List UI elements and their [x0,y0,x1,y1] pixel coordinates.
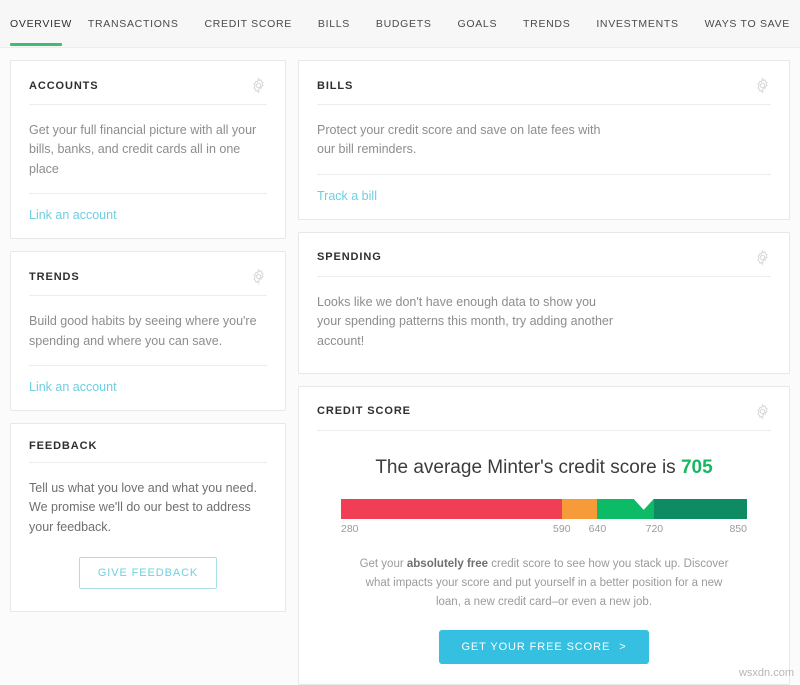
tab-investments[interactable]: INVESTMENTS [596,0,678,46]
chevron-right-icon: > [619,641,626,653]
left-column: ACCOUNTS Get your full financial picture… [10,60,286,683]
tab-overview-label: OVERVIEW [10,18,62,30]
gear-icon[interactable] [754,249,771,266]
tab-budgets[interactable]: BUDGETS [376,0,432,46]
tab-ways-to-save[interactable]: WAYS TO SAVE [705,0,790,46]
bills-card-body: Protect your credit score and save on la… [299,105,789,174]
tab-transactions[interactable]: TRANSACTIONS [88,0,179,46]
tab-underline [705,43,790,46]
tab-bills-label: BILLS [318,18,350,30]
tab-active-underline [10,43,62,46]
gear-icon[interactable] [754,77,771,94]
gauge-segment-poor [341,499,562,519]
nav-tab-list: OVERVIEW TRANSACTIONS CREDIT SCORE BILLS… [0,0,800,46]
tab-bills[interactable]: BILLS [318,0,350,46]
trends-card-header: TRENDS [11,252,285,295]
credit-score-desc-emphasis: absolutely free [407,558,488,570]
gauge-tick-640: 640 [589,523,607,535]
bills-card: BILLS Protect your credit score and save… [298,60,790,220]
gear-icon[interactable] [754,403,771,420]
tab-underline [523,43,570,46]
top-navigation: OVERVIEW TRANSACTIONS CREDIT SCORE BILLS… [0,0,800,48]
gauge-tick-labels: 280 590 640 720 850 [341,523,747,541]
gauge-tick-280: 280 [341,523,359,535]
gauge-tick-850: 850 [729,523,747,535]
tab-investments-label: INVESTMENTS [596,18,678,30]
tab-underline [376,43,432,46]
tab-underline [318,43,350,46]
gear-icon[interactable] [250,77,267,94]
accounts-card-header: ACCOUNTS [11,61,285,104]
right-column: BILLS Protect your credit score and save… [298,60,790,683]
gauge-segment-excellent [654,499,747,519]
link-an-account-link[interactable]: Link an account [29,380,117,394]
trends-card-body: Build good habits by seeing where you're… [11,296,285,365]
feedback-card-header: FEEDBACK [11,424,285,462]
trends-card-footer: Link an account [11,366,285,410]
accounts-card-title: ACCOUNTS [29,80,99,92]
credit-score-card: CREDIT SCORE The average Minter's credit… [298,386,790,685]
tab-trends-label: TRENDS [523,18,570,30]
tab-transactions-label: TRANSACTIONS [88,18,179,30]
give-feedback-button[interactable]: GIVE FEEDBACK [79,557,217,589]
average-credit-score-value: 705 [681,457,713,478]
tab-goals-label: GOALS [457,18,497,30]
feedback-card: FEEDBACK Tell us what you love and what … [10,423,286,612]
feedback-card-body: Tell us what you love and what you need.… [11,463,285,547]
credit-score-desc-line1-c: credit score to see how you stack up. [488,558,680,570]
spending-card-title: SPENDING [317,251,382,263]
tab-credit-score-label: CREDIT SCORE [204,18,292,30]
tab-underline [204,43,292,46]
tab-goals[interactable]: GOALS [457,0,497,46]
tab-overview[interactable]: OVERVIEW [10,0,62,46]
gauge-segment-good [597,499,654,519]
gear-icon[interactable] [250,268,267,285]
credit-score-cta-row: GET YOUR FREE SCORE > [299,612,789,684]
watermark: wsxdn.com [739,667,794,679]
get-your-free-score-button[interactable]: GET YOUR FREE SCORE > [439,630,648,664]
credit-score-headline: The average Minter's credit score is 705 [299,431,789,485]
tab-trends[interactable]: TRENDS [523,0,570,46]
gauge-bar [341,499,747,519]
credit-score-description: Get your absolutely free credit score to… [299,541,789,612]
cta-label: GET YOUR FREE SCORE [461,641,610,653]
credit-score-headline-text: The average Minter's credit score is [375,457,681,478]
track-a-bill-link[interactable]: Track a bill [317,189,377,203]
accounts-card-footer: Link an account [11,194,285,238]
tab-underline [457,43,497,46]
gauge-segment-fair [562,499,598,519]
spending-card-header: SPENDING [299,233,789,276]
feedback-card-title: FEEDBACK [29,440,97,452]
tab-underline [596,43,678,46]
tab-underline [88,43,179,46]
gauge-average-marker [633,498,655,510]
credit-score-desc-line1-a: Get your [360,558,407,570]
spending-card-body: Looks like we don't have enough data to … [299,277,789,373]
trends-card-title: TRENDS [29,271,80,283]
link-an-account-link[interactable]: Link an account [29,208,117,222]
trends-card: TRENDS Build good habits by seeing where… [10,251,286,411]
accounts-card-body: Get your full financial picture with all… [11,105,285,193]
feedback-button-row: GIVE FEEDBACK [11,547,285,611]
bills-card-title: BILLS [317,80,353,92]
dashboard-body: ACCOUNTS Get your full financial picture… [0,48,800,683]
credit-score-card-header: CREDIT SCORE [299,387,789,430]
bills-card-header: BILLS [299,61,789,104]
tab-ways-to-save-label: WAYS TO SAVE [705,18,790,30]
gauge-tick-590: 590 [553,523,571,535]
accounts-card: ACCOUNTS Get your full financial picture… [10,60,286,239]
bills-card-footer: Track a bill [299,175,789,219]
credit-score-gauge: 280 590 640 720 850 [299,485,789,541]
tab-budgets-label: BUDGETS [376,18,432,30]
credit-score-card-title: CREDIT SCORE [317,405,411,417]
gauge-tick-720: 720 [646,523,664,535]
tab-credit-score[interactable]: CREDIT SCORE [204,0,292,46]
spending-card: SPENDING Looks like we don't have enough… [298,232,790,374]
